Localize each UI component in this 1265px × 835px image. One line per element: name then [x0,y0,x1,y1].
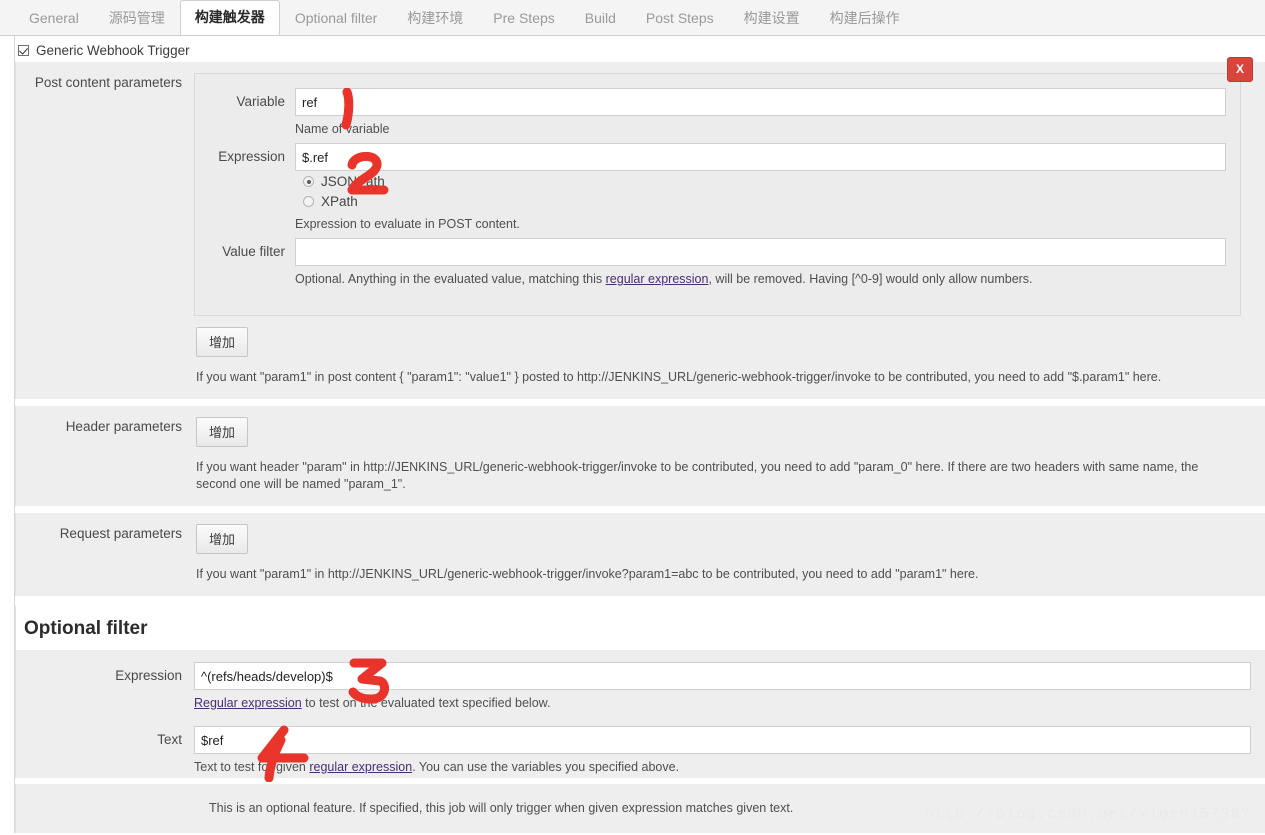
config-tab-bar: General 源码管理 构建触发器 Optional filter 构建环境 … [0,0,1265,36]
optional-filter-title: Optional filter [24,618,148,639]
expression-input[interactable] [295,143,1226,171]
variable-label: Variable [236,94,285,109]
tab-general[interactable]: General [14,1,94,35]
generic-webhook-trigger-label: Generic Webhook Trigger [36,43,190,58]
header-parameters-label: Header parameters [65,419,182,434]
optional-filter-text-help: Text to test for given regular expressio… [194,754,1251,778]
optional-filter-text-help-post: . You can use the variables you specifie… [412,760,680,774]
variable-row: Variable Name of variable [195,88,1240,140]
tab-post-build-actions[interactable]: 构建后操作 [815,1,915,35]
page-root: General 源码管理 构建触发器 Optional filter 构建环境 … [0,0,1265,835]
optional-filter-header: Optional filter [15,606,1265,650]
optional-filter-expression-row: Expression Regular expression to test on… [16,650,1265,714]
tab-source-code-management[interactable]: 源码管理 [94,1,180,35]
expression-row: Expression JSONPath XPath [195,143,1240,235]
tab-build-environment[interactable]: 构建环境 [392,1,478,35]
tab-build[interactable]: Build [570,1,631,35]
optional-filter-text-label: Text [157,732,182,747]
post-content-add-wrap: 增加 [194,316,1259,357]
optional-filter-expression-help-post: to test on the evaluated text specified … [301,696,551,710]
delete-parameter-button[interactable]: X [1227,57,1253,82]
xpath-option[interactable]: XPath [295,191,1226,211]
expression-help: Expression to evaluate in POST content. [295,217,520,231]
regular-expression-link-2[interactable]: Regular expression [194,696,302,710]
xpath-label: XPath [321,194,358,209]
optional-filter-text-help-pre: Text to test for given [194,760,310,774]
value-filter-label: Value filter [222,244,285,259]
optional-filter-expression-label: Expression [115,668,182,683]
section-divider-3 [0,596,1265,606]
optional-filter-section: Expression Regular expression to test on… [15,650,1265,778]
header-add-wrap: 增加 [194,406,1259,447]
section-divider-1 [15,399,1265,406]
config-form: Generic Webhook Trigger Post content par… [0,36,1265,833]
optional-filter-expression-help: Regular expression to test on the evalua… [194,690,1251,714]
tab-pre-steps[interactable]: Pre Steps [478,1,569,35]
section-divider-2 [15,506,1265,513]
tab-build-settings[interactable]: 构建设置 [729,1,815,35]
value-filter-help-pre: Optional. Anything in the evaluated valu… [295,272,606,286]
generic-webhook-trigger-row[interactable]: Generic Webhook Trigger [0,36,1265,62]
add-header-parameter-button[interactable]: 增加 [196,417,249,447]
tab-post-steps[interactable]: Post Steps [631,1,729,35]
tab-build-triggers[interactable]: 构建触发器 [179,0,280,35]
value-filter-help-post: , will be removed. Having [^0-9] would o… [708,272,1033,286]
generic-webhook-trigger-checkbox[interactable] [18,45,29,56]
optional-filter-expression-input[interactable] [194,662,1251,690]
expression-label: Expression [218,149,285,164]
post-content-parameter-entry: X Variable Name of variable Expression [194,57,1253,316]
value-filter-row: Value filter Optional. Anything in the e… [195,238,1240,290]
watermark: http://blog.csdn.net/xlgen157387 [924,806,1251,823]
tab-optional-filter[interactable]: Optional filter [280,1,392,35]
post-content-parameters-section: Post content parameters X Variable Name … [15,57,1265,399]
header-parameters-footer-help: If you want header "param" in http://JEN… [196,460,1199,491]
value-filter-input[interactable] [295,238,1226,266]
jsonpath-radio[interactable] [303,176,314,187]
request-parameters-label: Request parameters [59,526,182,541]
optional-filter-text-row: Text Text to test for given regular expr… [16,714,1265,778]
regular-expression-link[interactable]: regular expression [606,272,709,286]
variable-help: Name of variable [295,122,390,136]
request-add-wrap: 增加 [194,513,1259,554]
request-parameters-footer-help: If you want "param1" in http://JENKINS_U… [196,567,979,581]
request-parameters-section: Request parameters 增加 If you want "param… [15,513,1265,596]
post-content-parameters-label: Post content parameters [34,75,182,90]
variable-input[interactable] [295,88,1226,116]
add-post-content-parameter-button[interactable]: 增加 [196,327,249,357]
jsonpath-label: JSONPath [321,174,385,189]
post-content-footer-help: If you want "param1" in post content { "… [196,370,1162,384]
value-filter-help: Optional. Anything in the evaluated valu… [295,266,1226,290]
add-request-parameter-button[interactable]: 增加 [196,524,249,554]
regular-expression-link-3[interactable]: regular expression [309,760,412,774]
jsonpath-option[interactable]: JSONPath [295,171,1226,191]
optional-filter-text-input[interactable] [194,726,1251,754]
xpath-radio[interactable] [303,196,314,207]
header-parameters-section: Header parameters 增加 If you want header … [15,406,1265,506]
